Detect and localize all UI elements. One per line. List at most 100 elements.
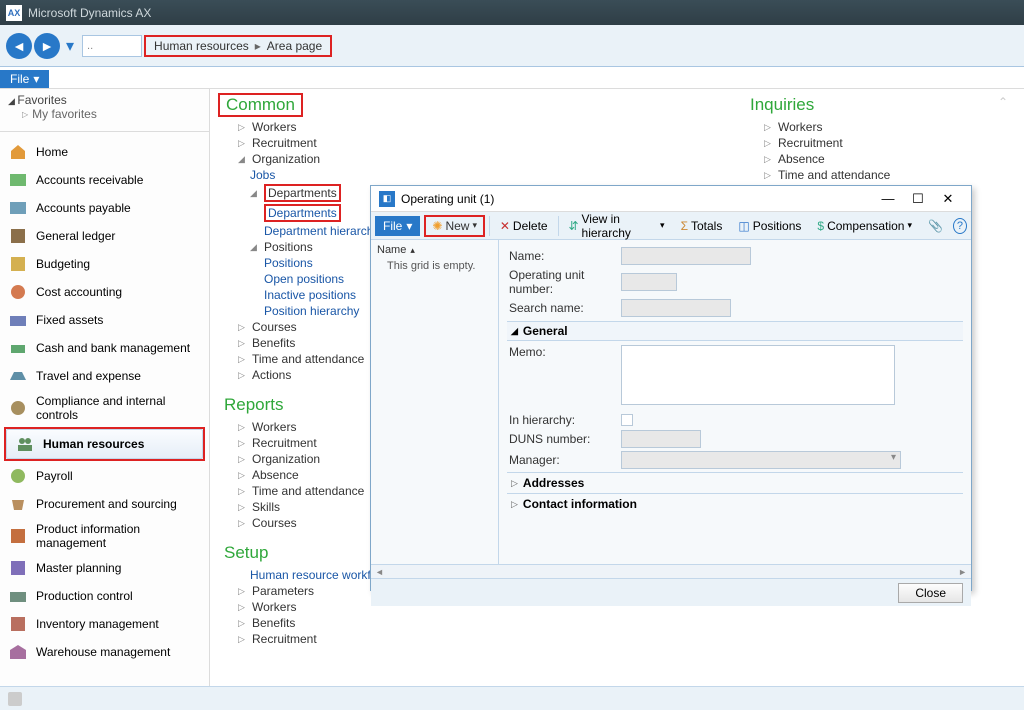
module-warehouse[interactable]: Warehouse management [0, 638, 209, 666]
chevron-right-icon: ▸ [255, 39, 261, 53]
breadcrumb-part2: Area page [267, 39, 322, 53]
expand-icon: ▷ [511, 478, 518, 489]
totals-icon: Σ [681, 219, 688, 233]
expand-icon: ▷ [511, 499, 518, 510]
module-cost-accounting[interactable]: Cost accounting [0, 278, 209, 306]
file-menu-label: File [10, 72, 29, 86]
chevron-down-icon: ▾ [472, 220, 477, 231]
contact-info-section[interactable]: ▷Contact information [507, 493, 963, 514]
view-hierarchy-button[interactable]: ⇵View in hierarchy▾ [562, 212, 670, 240]
dialog-scrollbar[interactable]: ◄► [371, 564, 971, 578]
hierarchy-icon: ⇵ [568, 219, 578, 233]
compensation-button[interactable]: $Compensation▾ [811, 219, 918, 233]
module-fixed-assets[interactable]: Fixed assets [0, 306, 209, 334]
search-name-field[interactable] [621, 299, 731, 317]
addresses-section[interactable]: ▷Addresses [507, 472, 963, 493]
module-master-planning[interactable]: Master planning [0, 554, 209, 582]
maximize-button[interactable]: ☐ [903, 191, 933, 207]
module-compliance[interactable]: Compliance and internal controls [0, 390, 209, 426]
manager-dropdown[interactable] [621, 451, 901, 469]
tree-workers[interactable]: ▷Workers [224, 119, 728, 135]
chevron-down-icon: ▾ [660, 220, 665, 231]
inquiry-absence[interactable]: ▷Absence [750, 151, 1016, 167]
dialog-titlebar[interactable]: ◧ Operating unit (1) — ☐ ✕ [371, 186, 971, 212]
grid-empty-text: This grid is empty. [377, 256, 492, 276]
sort-asc-icon: ▴ [410, 245, 415, 256]
delete-icon: ✕ [500, 219, 510, 233]
module-production-control[interactable]: Production control [0, 582, 209, 610]
help-button[interactable]: ? [953, 218, 967, 234]
module-procurement[interactable]: Procurement and sourcing [0, 490, 209, 518]
file-menu-button[interactable]: File ▾ [0, 70, 49, 88]
status-bar [0, 686, 1024, 710]
opunit-label: Operating unit number: [507, 268, 621, 296]
tree-recruitment[interactable]: ▷Recruitment [224, 135, 728, 151]
duns-label: DUNS number: [507, 432, 621, 446]
module-inventory[interactable]: Inventory management [0, 610, 209, 638]
status-icon [8, 692, 22, 706]
dialog-file-menu[interactable]: File▾ [375, 216, 420, 236]
chevron-down-icon: ▾ [907, 220, 912, 231]
dialog-footer: Close [371, 578, 971, 606]
tree-jobs[interactable]: Jobs [224, 167, 728, 183]
memo-label: Memo: [507, 345, 621, 359]
setup-recruitment[interactable]: ▷Recruitment [224, 631, 728, 647]
totals-button[interactable]: ΣTotals [675, 219, 729, 233]
module-general-ledger[interactable]: General ledger [0, 222, 209, 250]
close-button[interactable]: Close [898, 583, 963, 603]
inquiry-recruitment[interactable]: ▷Recruitment [750, 135, 1016, 151]
name-field[interactable] [621, 247, 751, 265]
minimize-button[interactable]: — [873, 191, 903, 206]
setup-benefits[interactable]: ▷Benefits [224, 615, 728, 631]
my-favorites-item[interactable]: My favorites [8, 107, 201, 121]
compensation-icon: $ [817, 219, 824, 233]
collapse-icon[interactable]: ⌃ [998, 95, 1008, 109]
favorites-header[interactable]: Favorites [8, 93, 201, 107]
chevron-down-icon: ▾ [33, 72, 39, 86]
grid-header-name[interactable]: Name ▴ [377, 244, 492, 256]
breadcrumb[interactable]: Human resources ▸ Area page [144, 35, 332, 57]
module-accounts-payable[interactable]: Accounts payable [0, 194, 209, 222]
memo-field[interactable] [621, 345, 895, 405]
module-product-info[interactable]: Product information management [0, 518, 209, 554]
operating-unit-number-field[interactable] [621, 273, 677, 291]
inquiry-time-attendance[interactable]: ▷Time and attendance [750, 167, 1016, 183]
module-accounts-receivable[interactable]: Accounts receivable [0, 166, 209, 194]
close-x-button[interactable]: ✕ [933, 191, 963, 207]
app-title: Microsoft Dynamics AX [28, 6, 151, 20]
collapse-icon: ◢ [511, 326, 518, 337]
dialog-title: Operating unit (1) [401, 192, 494, 206]
module-travel-expense[interactable]: Travel and expense [0, 362, 209, 390]
dialog-grid: Name ▴ This grid is empty. [371, 240, 499, 564]
navigation-pane: Favorites My favorites Home Accounts rec… [0, 89, 210, 686]
manager-label: Manager: [507, 453, 621, 467]
delete-button[interactable]: ✕Delete [494, 219, 554, 233]
general-section-header[interactable]: ◢General [507, 321, 963, 341]
nav-back-button[interactable]: ◄ [6, 33, 32, 59]
positions-button[interactable]: ◫Positions [732, 219, 807, 233]
module-cash-bank[interactable]: Cash and bank management [0, 334, 209, 362]
module-home[interactable]: Home [0, 138, 209, 166]
dropdown-icon[interactable]: ▾ [66, 36, 74, 56]
dialog-toolbar: File▾ ✺New▾ ✕Delete ⇵View in hierarchy▾ … [371, 212, 971, 240]
in-hierarchy-checkbox[interactable] [621, 414, 633, 426]
chevron-down-icon: ▾ [406, 219, 412, 233]
inquiries-header: Inquiries [744, 93, 1016, 117]
inquiry-workers[interactable]: ▷Workers [750, 119, 1016, 135]
inhierarchy-label: In hierarchy: [507, 413, 621, 427]
module-budgeting[interactable]: Budgeting [0, 250, 209, 278]
common-header: Common [220, 93, 301, 116]
title-bar: AX Microsoft Dynamics AX [0, 0, 1024, 25]
module-list: Home Accounts receivable Accounts payabl… [0, 138, 209, 666]
attach-button[interactable]: 📎 [922, 219, 949, 233]
address-input[interactable] [82, 35, 142, 57]
nav-forward-button[interactable]: ► [34, 33, 60, 59]
duns-number-field[interactable] [621, 430, 701, 448]
operating-unit-dialog: ◧ Operating unit (1) — ☐ ✕ File▾ ✺New▾ ✕… [370, 185, 972, 591]
paperclip-icon: 📎 [928, 219, 943, 233]
tree-organization[interactable]: ◢Organization [224, 151, 728, 167]
module-human-resources[interactable]: Human resources [6, 429, 203, 459]
new-button[interactable]: ✺New▾ [426, 217, 483, 235]
module-payroll[interactable]: Payroll [0, 462, 209, 490]
ribbon-bar: File ▾ [0, 67, 1024, 89]
